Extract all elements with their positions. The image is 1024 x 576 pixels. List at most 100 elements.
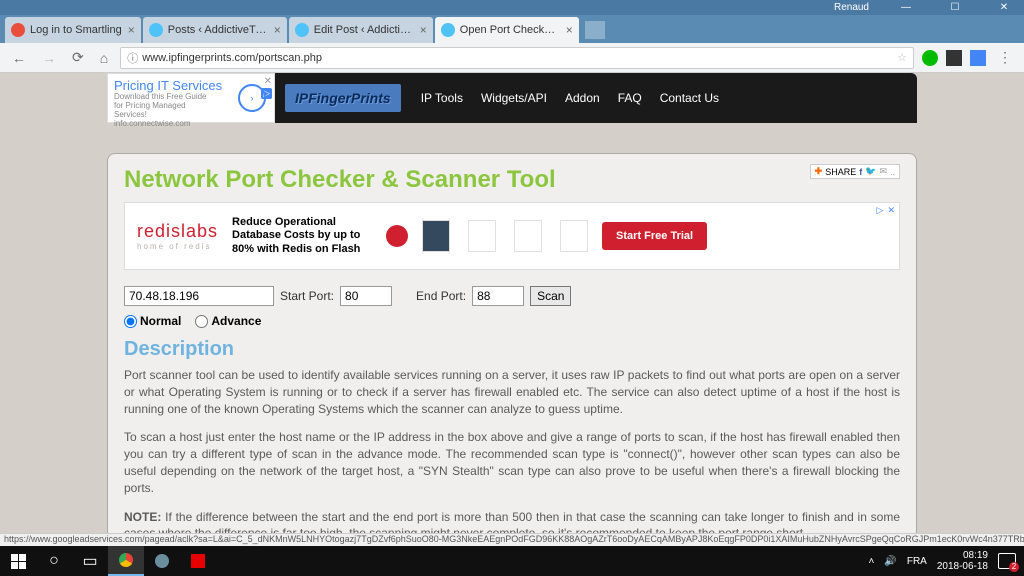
tab-title: Log in to Smartling — [30, 24, 122, 36]
ad-brand: redislabs home of redis — [137, 221, 218, 251]
notifications-icon[interactable] — [998, 553, 1016, 569]
more-share-icon[interactable]: .. — [890, 167, 895, 177]
facebook-icon[interactable]: f — [859, 167, 862, 177]
radio-normal-input[interactable] — [124, 315, 137, 328]
tray-volume-icon[interactable]: 🔊 — [884, 556, 896, 567]
arrow-right-icon[interactable]: › — [238, 84, 266, 112]
close-icon[interactable]: × — [274, 23, 281, 37]
tray-clock[interactable]: 08:19 2018-06-18 — [937, 550, 988, 572]
ad-close-icon[interactable]: ✕ — [264, 76, 272, 87]
taskbar-app[interactable] — [144, 546, 180, 576]
close-icon[interactable]: × — [420, 23, 427, 37]
redis-sublogo: home of redis — [137, 242, 218, 251]
back-button[interactable]: ← — [8, 48, 30, 68]
status-url: https://www.googleadservices.com/pagead/… — [4, 534, 1024, 544]
end-port-input[interactable] — [472, 286, 524, 306]
share-label: SHARE — [825, 167, 856, 177]
reload-button[interactable]: ⟳ — [68, 47, 88, 68]
tab-smartling[interactable]: Log in to Smartling × — [5, 17, 141, 43]
maximize-button[interactable]: ☐ — [943, 2, 967, 14]
browser-toolbar: ← → ⟳ ⌂ ⓘ www.ipfingerprints.com/portsca… — [0, 43, 1024, 73]
extension-icon[interactable] — [946, 50, 962, 66]
radio-normal[interactable]: Normal — [124, 314, 181, 328]
primary-nav: IP Tools Widgets/API Addon FAQ Contact U… — [421, 91, 719, 105]
start-button[interactable] — [0, 546, 36, 576]
tab-favicon — [441, 23, 455, 37]
share-widget[interactable]: ✚ SHARE f 🐦 ✉ .. — [810, 164, 900, 179]
tray-lang[interactable]: FRA — [907, 556, 927, 567]
email-icon[interactable]: ✉ — [879, 166, 887, 177]
addthis-icon: ✚ — [815, 166, 823, 177]
twitter-icon[interactable]: 🐦 — [865, 166, 876, 177]
star-icon[interactable]: ☆ — [897, 51, 907, 64]
adchoices[interactable]: ▷✕ — [877, 205, 895, 216]
start-port-label: Start Port: — [280, 289, 334, 303]
status-bar: https://www.googleadservices.com/pagead/… — [0, 533, 1024, 546]
address-bar[interactable]: ⓘ www.ipfingerprints.com/portscan.php ☆ — [120, 47, 914, 69]
ad-subtitle: Download this Free Guide for Pricing Man… — [114, 93, 214, 119]
taskbar-app[interactable]: ▭ — [72, 546, 108, 576]
minimize-button[interactable]: — — [894, 2, 918, 14]
tray-chevron-icon[interactable]: ˄ — [869, 556, 875, 567]
description-p1: Port scanner tool can be used to identif… — [124, 367, 900, 417]
description-p2: To scan a host just enter the host name … — [124, 429, 900, 496]
taskbar-app[interactable] — [180, 546, 216, 576]
site-header: IPFingerPrints IP Tools Widgets/API Addo… — [275, 73, 917, 123]
extension-icon[interactable] — [970, 50, 986, 66]
tab-portchecker[interactable]: Open Port Checker & Sca × — [435, 17, 579, 43]
nav-addon[interactable]: Addon — [565, 91, 600, 105]
ip-input[interactable] — [124, 286, 274, 306]
scan-form: Start Port: End Port: Scan — [124, 286, 900, 306]
new-tab-button[interactable] — [585, 21, 605, 39]
description-note: NOTE: If the difference between the star… — [124, 509, 900, 533]
system-tray: ˄ 🔊 FRA 08:19 2018-06-18 — [869, 550, 1024, 572]
home-button[interactable]: ⌂ — [96, 48, 112, 68]
tab-title: Open Port Checker & Sca — [460, 24, 560, 36]
nav-iptools[interactable]: IP Tools — [421, 91, 463, 105]
mode-radios: Normal Advance — [124, 314, 900, 328]
tab-title: Posts ‹ AddictiveTips — \ — [168, 24, 268, 36]
redis-icon — [386, 225, 408, 247]
window-titlebar: Renaud — ☐ ✕ — [0, 0, 1024, 15]
start-trial-button[interactable]: Start Free Trial — [602, 222, 707, 250]
page-title: Network Port Checker & Scanner Tool — [124, 166, 556, 194]
tab-favicon — [149, 23, 163, 37]
tab-favicon — [11, 23, 25, 37]
close-icon[interactable]: × — [128, 23, 135, 37]
tab-posts[interactable]: Posts ‹ AddictiveTips — \ × — [143, 17, 287, 43]
scan-button[interactable]: Scan — [530, 286, 571, 306]
note-label: NOTE: — [124, 510, 161, 524]
nav-contact[interactable]: Contact Us — [660, 91, 719, 105]
top-strip: ✕ ▷ Pricing IT Services Download this Fr… — [107, 73, 917, 123]
nav-faq[interactable]: FAQ — [618, 91, 642, 105]
clock-date: 2018-06-18 — [937, 561, 988, 572]
page-viewport: ✕ ▷ Pricing IT Services Download this Fr… — [0, 73, 1024, 533]
browser-tabbar: Log in to Smartling × Posts ‹ AddictiveT… — [0, 15, 1024, 43]
menu-icon[interactable]: ⋮ — [994, 47, 1016, 68]
radio-advance[interactable]: Advance — [195, 314, 261, 328]
end-port-label: End Port: — [416, 289, 466, 303]
extension-icon[interactable] — [922, 50, 938, 66]
tab-title: Edit Post ‹ AddictiveTips — [314, 24, 414, 36]
clock-time: 08:19 — [937, 550, 988, 561]
forward-button[interactable]: → — [38, 48, 60, 68]
window-user: Renaud — [834, 2, 869, 13]
tab-editpost[interactable]: Edit Post ‹ AddictiveTips × — [289, 17, 433, 43]
sidebar-ad[interactable]: ✕ ▷ Pricing IT Services Download this Fr… — [107, 73, 275, 123]
banner-ad[interactable]: ▷✕ redislabs home of redis Reduce Operat… — [124, 202, 900, 270]
nav-widgets[interactable]: Widgets/API — [481, 91, 547, 105]
taskbar-chrome[interactable] — [108, 546, 144, 576]
site-logo[interactable]: IPFingerPrints — [285, 84, 401, 112]
content-card: ✚ SHARE f 🐦 ✉ .. Network Port Checker & … — [107, 153, 917, 533]
close-button[interactable]: ✕ — [992, 2, 1016, 14]
ad-text: Reduce Operational Database Costs by up … — [232, 216, 372, 256]
ad-graphic — [422, 220, 588, 252]
info-icon: ⓘ — [127, 50, 138, 66]
cortana-button[interactable]: ○ — [36, 546, 72, 576]
url-text: www.ipfingerprints.com/portscan.php — [142, 52, 322, 64]
close-icon[interactable]: × — [566, 23, 573, 37]
start-port-input[interactable] — [340, 286, 392, 306]
radio-advance-input[interactable] — [195, 315, 208, 328]
redis-logo: redislabs — [137, 221, 218, 242]
ad-link: info.connectwise.com — [114, 119, 268, 128]
